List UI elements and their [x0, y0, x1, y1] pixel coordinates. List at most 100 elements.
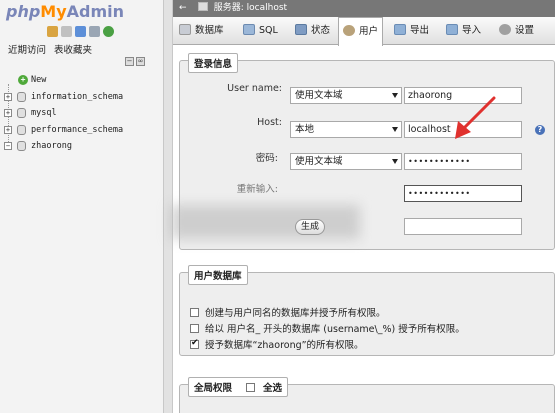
server-icon: [197, 2, 208, 11]
login-info-legend: 登录信息: [188, 53, 239, 73]
db-name: zhaorong: [31, 141, 72, 151]
logo-admin: Admin: [66, 2, 125, 21]
host-label: Host:: [257, 117, 282, 128]
back-arrow-icon[interactable]: ←: [179, 0, 191, 17]
status-icon: [295, 24, 307, 35]
db-item-information-schema[interactable]: + information_schema: [4, 89, 123, 106]
select-all-option[interactable]: 全选: [246, 380, 282, 394]
select-all-label: 全选: [263, 383, 283, 394]
dropdown-arrow-icon: [392, 159, 398, 164]
tab-favorites[interactable]: 表收藏夹: [54, 45, 92, 56]
checkbox[interactable]: [190, 308, 199, 317]
tab-label: 导入: [462, 25, 482, 36]
db-name: mysql: [31, 108, 57, 118]
db-item-mysql[interactable]: + mysql: [4, 105, 123, 122]
tab-label: 用户: [359, 26, 379, 37]
help-icon[interactable]: ?: [535, 125, 545, 135]
users-icon: [343, 25, 355, 36]
global-privileges-fieldset: 全局权限 全选: [179, 377, 555, 413]
tab-status[interactable]: 状态: [295, 17, 330, 45]
user-database-fieldset: 用户数据库 创建与用户同名的数据库并授予所有权限。 给以 用户名_ 开头的数据库…: [179, 265, 555, 356]
checkbox[interactable]: [246, 383, 256, 392]
db-item-zhaorong[interactable]: − zhaorong: [4, 138, 123, 155]
create-db-option[interactable]: 创建与用户同名的数据库并授予所有权限。: [190, 305, 386, 319]
database-icon: [17, 91, 26, 102]
export-icon: [394, 24, 406, 35]
password-type-select[interactable]: 使用文本域: [290, 153, 402, 170]
tab-export[interactable]: 导出: [394, 17, 429, 45]
main-tab-bar: 数据库 SQL 状态 用户 导出 导入 设置: [173, 17, 555, 46]
option-label: 创建与用户同名的数据库并授予所有权限。: [205, 308, 386, 319]
help-icon[interactable]: [75, 26, 86, 37]
database-icon: [17, 108, 26, 118]
sql-icon: [243, 24, 255, 35]
tab-label: 数据库: [195, 25, 224, 36]
main-content: 登录信息 User name: 使用文本域 zhaorong Host: 本地 …: [170, 46, 555, 413]
generated-password-input[interactable]: [404, 218, 522, 235]
expand-icon[interactable]: −: [4, 142, 12, 150]
login-info-fieldset: 登录信息 User name: 使用文本域 zhaorong Host: 本地 …: [170, 53, 555, 250]
import-icon: [446, 24, 458, 35]
expand-icon[interactable]: +: [4, 109, 12, 117]
db-name: information_schema: [31, 91, 124, 102]
link-icon[interactable]: ∞: [136, 57, 145, 66]
tab-databases[interactable]: 数据库: [179, 17, 224, 45]
database-tree: + New + information_schema + mysql + per…: [4, 72, 123, 155]
db-item-new[interactable]: + New: [4, 72, 123, 89]
tab-recent[interactable]: 近期访问: [8, 45, 46, 56]
tab-sql[interactable]: SQL: [243, 17, 278, 45]
grant-db-option[interactable]: 授予数据库“zhaorong”的所有权限。: [190, 337, 364, 351]
logo-my: My: [40, 2, 67, 21]
select-value: 使用文本域: [295, 156, 343, 167]
server-breadcrumb: ← 服务器: localhost: [173, 0, 555, 17]
select-value: 本地: [295, 124, 315, 135]
username-input[interactable]: zhaorong: [404, 87, 522, 104]
logout-icon[interactable]: [61, 26, 72, 37]
retype-label: 重新输入:: [236, 184, 278, 195]
tab-users[interactable]: 用户: [338, 17, 384, 46]
gear-icon: [499, 24, 511, 35]
tab-label: 状态: [311, 25, 331, 36]
server-label[interactable]: 服务器: localhost: [214, 3, 287, 13]
collapse-all-icon[interactable]: −: [125, 57, 134, 66]
db-name: performance_schema: [31, 124, 124, 135]
retype-password-input[interactable]: ••••••••••••: [404, 185, 522, 202]
generate-password-button[interactable]: 生成: [295, 219, 325, 235]
global-privileges-label: 全局权限: [194, 383, 233, 394]
database-icon: [17, 141, 26, 151]
expand-icon[interactable]: +: [4, 92, 12, 101]
new-db-icon: +: [18, 75, 28, 85]
nav-tabs: 近期访问 表收藏夹: [8, 42, 97, 56]
host-input[interactable]: localhost: [404, 121, 522, 138]
docs-icon[interactable]: [89, 26, 100, 37]
checkbox[interactable]: [190, 324, 199, 333]
username-type-select[interactable]: 使用文本域: [290, 87, 402, 104]
home-icon[interactable]: [47, 26, 58, 37]
user-database-legend: 用户数据库: [188, 265, 248, 285]
select-value: 使用文本域: [295, 90, 343, 101]
expand-icon[interactable]: +: [4, 125, 12, 134]
reload-icon[interactable]: [103, 26, 114, 37]
username-label: User name:: [227, 83, 282, 94]
global-privileges-legend: 全局权限 全选: [188, 377, 289, 397]
tab-import[interactable]: 导入: [446, 17, 481, 45]
tab-settings[interactable]: 设置: [499, 17, 534, 45]
nav-icon-bar: [47, 26, 114, 37]
logo-php: php: [6, 2, 41, 21]
host-type-select[interactable]: 本地: [290, 121, 402, 138]
checkbox-checked[interactable]: [190, 338, 199, 349]
tab-label: 设置: [515, 25, 535, 36]
database-icon: [179, 24, 191, 35]
wildcard-db-option[interactable]: 给以 用户名_ 开头的数据库 (username\_%) 授予所有权限。: [190, 321, 465, 335]
password-input[interactable]: ••••••••••••: [404, 153, 522, 170]
tab-label: SQL: [259, 25, 278, 36]
nav-controls: − ∞: [125, 57, 145, 66]
option-label: 授予数据库“zhaorong”的所有权限。: [205, 340, 364, 351]
tab-label: 导出: [410, 25, 430, 36]
db-item-performance-schema[interactable]: + performance_schema: [4, 122, 123, 139]
database-icon: [17, 124, 26, 135]
dropdown-arrow-icon: [392, 127, 398, 132]
dropdown-arrow-icon: [392, 93, 398, 98]
db-name: New: [31, 75, 47, 85]
phpmyadmin-logo[interactable]: phpMyAdmin: [6, 4, 124, 20]
